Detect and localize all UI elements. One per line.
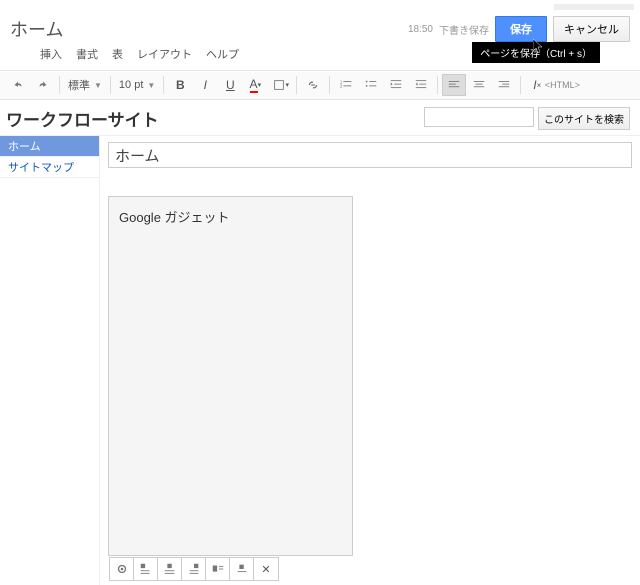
body-area: ホーム サイトマップ Google ガジェット ✕ — [0, 136, 640, 585]
highlight-color-button[interactable]: ▾ — [268, 74, 292, 96]
link-button[interactable] — [301, 74, 325, 96]
search-area: このサイトを検索 — [424, 107, 630, 130]
cancel-button[interactable]: キャンセル — [553, 16, 630, 42]
gadget-wrap-off-button[interactable] — [230, 558, 254, 580]
menu-insert[interactable]: 挿入 — [40, 46, 62, 62]
italic-button[interactable]: I — [193, 74, 217, 96]
sidebar: ホーム サイトマップ — [0, 136, 100, 585]
header-actions: 18:50 下書き保存 保存 キャンセル ページを保存（Ctrl + s） — [408, 16, 630, 42]
search-button[interactable]: このサイトを検索 — [538, 107, 630, 130]
gadget-toolbar: ✕ — [109, 557, 279, 581]
font-size-dropdown[interactable]: 10 pt▼ — [115, 77, 159, 93]
text-color-button[interactable]: A▾ — [243, 74, 267, 96]
gadget-placeholder[interactable]: Google ガジェット ✕ — [108, 196, 353, 556]
sidebar-item-sitemap[interactable]: サイトマップ — [0, 157, 99, 178]
header: ホーム 18:50 下書き保存 保存 キャンセル ページを保存（Ctrl + s… — [0, 10, 640, 70]
align-center-button[interactable] — [467, 74, 491, 96]
gadget-align-right-button[interactable] — [182, 558, 206, 580]
cursor-icon — [533, 39, 545, 55]
redo-button[interactable] — [31, 74, 55, 96]
content-area: Google ガジェット ✕ — [100, 136, 640, 585]
undo-button[interactable] — [6, 74, 30, 96]
save-timestamp: 18:50 — [408, 24, 433, 35]
bold-button[interactable]: B — [168, 74, 192, 96]
outdent-button[interactable] — [384, 74, 408, 96]
site-title: ワークフローサイト — [6, 106, 159, 131]
font-preset-dropdown[interactable]: 標準▼ — [64, 75, 106, 95]
indent-button[interactable] — [409, 74, 433, 96]
gadget-align-left-button[interactable] — [134, 558, 158, 580]
html-edit-button[interactable]: <HTML> — [550, 74, 574, 96]
align-left-button[interactable] — [442, 74, 466, 96]
bullet-list-button[interactable] — [359, 74, 383, 96]
page-title-input[interactable] — [108, 142, 632, 168]
underline-button[interactable]: U — [218, 74, 242, 96]
menu-layout[interactable]: レイアウト — [137, 46, 192, 62]
menu-help[interactable]: ヘルプ — [206, 46, 239, 62]
gadget-align-center-button[interactable] — [158, 558, 182, 580]
gadget-settings-button[interactable] — [110, 558, 134, 580]
gadget-label: Google ガジェット — [119, 210, 230, 225]
numbered-list-button[interactable]: 12 — [334, 74, 358, 96]
search-input[interactable] — [424, 107, 534, 127]
draft-save-label: 下書き保存 — [439, 22, 489, 37]
gadget-wrap-on-button[interactable] — [206, 558, 230, 580]
svg-text:2: 2 — [340, 84, 343, 89]
align-right-button[interactable] — [492, 74, 516, 96]
page-title: ホーム — [10, 16, 408, 42]
menu-table[interactable]: 表 — [112, 46, 123, 62]
site-header: ワークフローサイト このサイトを検索 — [0, 100, 640, 136]
sidebar-item-home[interactable]: ホーム — [0, 136, 99, 157]
gadget-remove-button[interactable]: ✕ — [254, 558, 278, 580]
menu-format[interactable]: 書式 — [76, 46, 98, 62]
formatting-toolbar: 標準▼ 10 pt▼ B I U A▾ ▾ 12 I× <HTML> — [0, 70, 640, 100]
